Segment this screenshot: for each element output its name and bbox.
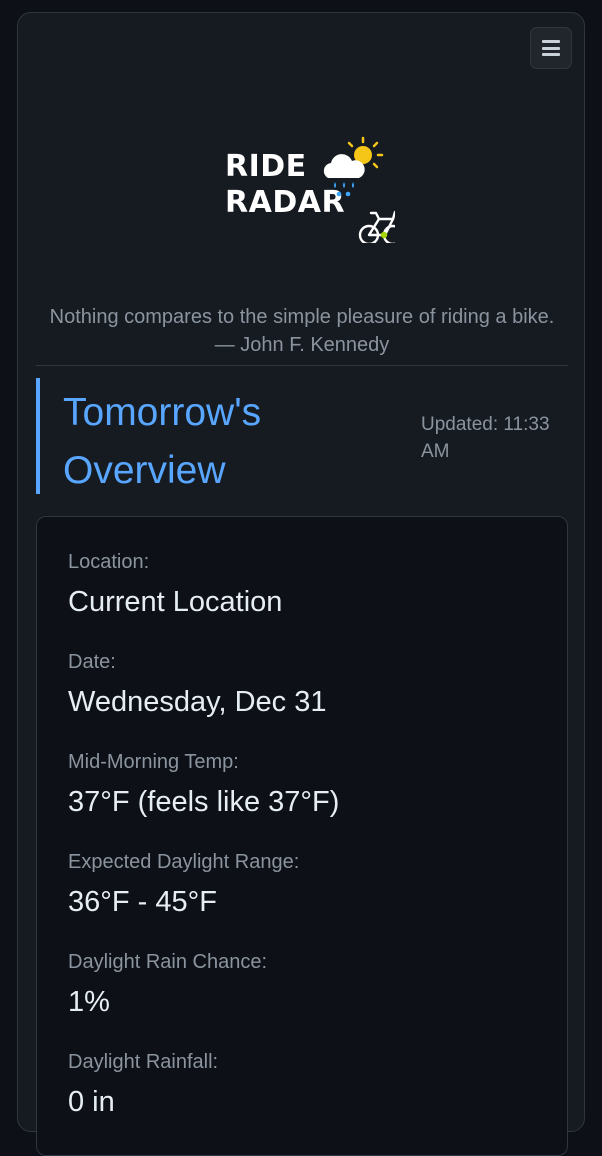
location-field: Location: Current Location (68, 550, 282, 620)
logo-weather-bike-graphic (323, 136, 395, 243)
daylight-range-field: Expected Daylight Range: 36°F - 45°F (68, 850, 299, 920)
field-label: Date: (68, 651, 116, 673)
field-label: Expected Daylight Range: (68, 851, 300, 873)
field-value: 1% (68, 986, 110, 1018)
rainfall-field: Daylight Rainfall: 0 in (68, 1050, 218, 1120)
rain-chance-field: Daylight Rain Chance: 1% (68, 950, 267, 1020)
field-value: 37°F (feels like 37°F) (68, 786, 340, 818)
field-value: 0 in (68, 1086, 115, 1118)
mid-morning-temp-field: Mid-Morning Temp: 37°F (feels like 37°F) (68, 750, 339, 820)
date-field: Date: Wednesday, Dec 31 (68, 650, 326, 720)
hamburger-menu-icon (542, 40, 560, 56)
overview-card: Location: Current Location Date: Wednesd… (36, 516, 568, 1156)
app-card: RIDE RADAR Nothing compares to the simpl… (17, 12, 585, 1156)
field-value: 36°F - 45°F (68, 886, 217, 918)
field-label: Mid-Morning Temp: (68, 751, 239, 773)
page-title: Tomorrow's Overview (63, 391, 262, 492)
field-value: Wednesday, Dec 31 (68, 686, 327, 718)
field-label: Daylight Rainfall: (68, 1051, 219, 1073)
field-label: Location: (68, 551, 150, 573)
overview-title-block: Tomorrow's Overview (36, 378, 380, 494)
updated-timestamp: Updated: 11:33 AM (421, 414, 550, 462)
field-label: Daylight Rain Chance: (68, 951, 267, 973)
bicycle-icon (358, 210, 395, 243)
menu-button[interactable] (530, 27, 572, 69)
ride-radar-logo: RIDE RADAR (225, 133, 395, 243)
quote-text: Nothing compares to the simple pleasure … (49, 306, 555, 356)
divider (36, 365, 568, 366)
field-value: Current Location (68, 586, 283, 618)
